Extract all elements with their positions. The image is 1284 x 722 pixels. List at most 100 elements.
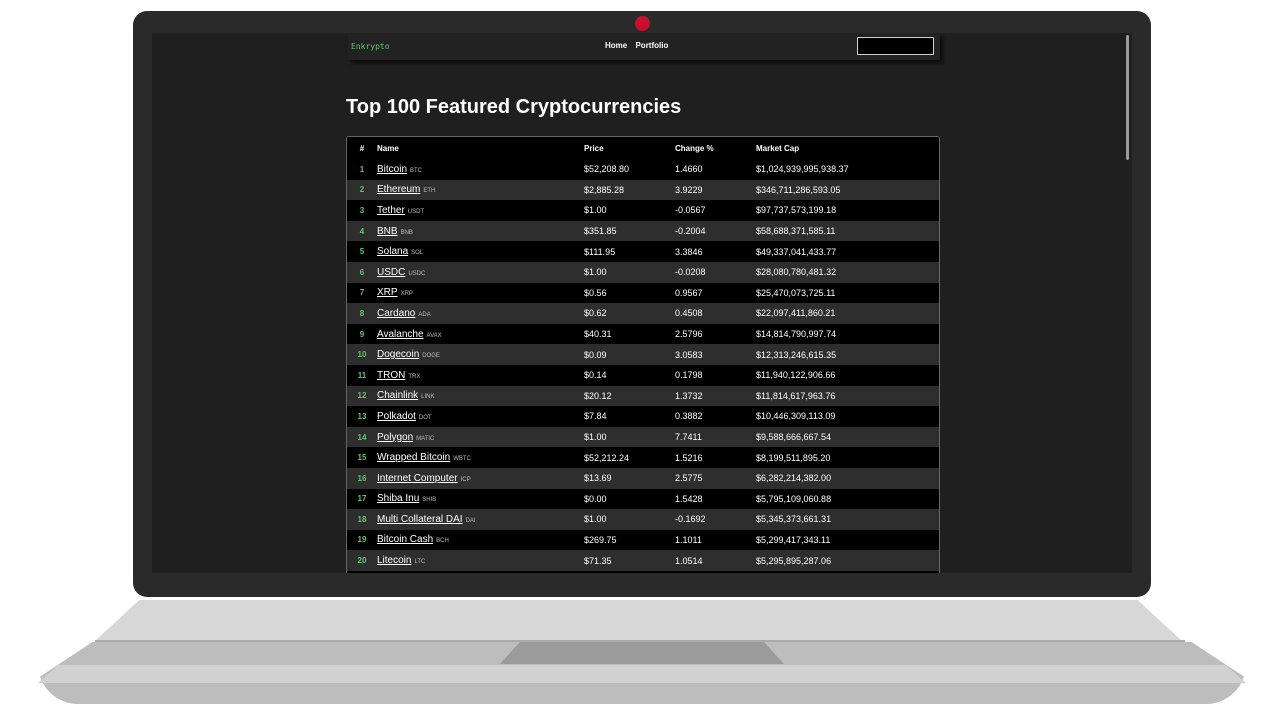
table-row[interactable]: 8 Cardano ADA $0.62 0.4508 $22,097,411,860.21 [347, 303, 939, 324]
price-cell: $1.00 [584, 200, 675, 221]
market-cap-cell: $14,814,790,997.74 [756, 323, 939, 345]
rank-cell: 6 [347, 261, 377, 283]
nav-home-link[interactable]: Home [605, 41, 627, 50]
coin-name-link[interactable]: Shiba Inu [377, 493, 419, 504]
rank-cell: 7 [347, 282, 377, 304]
price-cell: $1.00 [584, 426, 675, 448]
coin-name-link[interactable]: Dogecoin [377, 349, 419, 360]
scrollbar[interactable] [1126, 35, 1129, 160]
change-cell: 1.5428 [675, 488, 756, 510]
table-row[interactable]: 16 Internet Computer ICP $13.69 2.5775 $6,282… [347, 467, 939, 489]
change-cell: 3.0583 [675, 344, 756, 365]
table-row[interactable]: 10 Dogecoin DOGE $0.09 3.0583 $12,313,246,615… [347, 344, 939, 365]
coin-symbol: AVAX [426, 332, 442, 339]
table-row[interactable]: 1 Bitcoin BTC $52,208.80 1.4660 $1,024,939,99… [347, 159, 939, 180]
coin-name-link[interactable]: Bitcoin Cash [377, 534, 433, 545]
coin-name-link[interactable]: Chainlink [377, 390, 418, 401]
change-cell: 1.0514 [675, 550, 756, 571]
coin-name-link[interactable]: Multi Collateral DAI [377, 514, 463, 525]
table-row[interactable]: 12 Chainlink LINK $20.12 1.3732 $11,814,617,9… [347, 385, 939, 407]
coin-name-link[interactable]: Ethereum [377, 184, 420, 195]
coin-name-link[interactable]: Tether [377, 205, 405, 216]
coin-name-link[interactable]: BNB [377, 226, 398, 237]
market-cap-cell: $10,446,309,113.09 [756, 406, 939, 427]
coin-name-link[interactable]: USDC [377, 267, 405, 278]
name-cell: Shiba Inu SHIB [377, 488, 584, 510]
market-cap-cell: $58,688,371,585.11 [756, 220, 939, 242]
header-market-cap: Market Cap [756, 137, 939, 159]
rank-cell: 17 [347, 488, 377, 510]
laptop-trackpad [500, 642, 784, 664]
rank-cell: 15 [347, 447, 377, 468]
change-cell: -0.2004 [675, 220, 756, 242]
name-cell: Avalanche AVAX [377, 323, 584, 345]
table-row[interactable]: 11 TRON TRX $0.14 0.1798 $11,940,122,906.66 [347, 364, 939, 386]
table-row[interactable]: 15 Wrapped Bitcoin WBTC $52,212.24 1.5216 $8,… [347, 447, 939, 468]
rank-cell: 11 [347, 364, 377, 386]
price-cell: $13.69 [584, 467, 675, 489]
table-row[interactable]: 18 Multi Collateral DAI DAI $1.00 -0.1692 $5,… [347, 509, 939, 530]
coin-name-link[interactable]: Avalanche [377, 329, 424, 340]
name-cell: Polkadot DOT [377, 406, 584, 427]
coin-name-link[interactable]: Polygon [377, 432, 413, 443]
header-name: Name [377, 137, 584, 159]
price-cell: $269.75 [584, 529, 675, 551]
coin-name-link[interactable]: Bitcoin [377, 164, 407, 175]
price-cell: $0.14 [584, 364, 675, 386]
coin-name-link[interactable]: Litecoin [377, 555, 411, 566]
laptop-base-edge [38, 665, 1246, 683]
market-cap-cell: $5,295,895,287.06 [756, 550, 939, 571]
change-cell: 2.5796 [675, 323, 756, 345]
table-row[interactable]: 13 Polkadot DOT $7.84 0.3882 $10,446,309,113.… [347, 406, 939, 427]
table-row[interactable]: 14 Polygon MATIC $1.00 7.7411 $9,588,666,667.… [347, 426, 939, 448]
coin-symbol: ICP [460, 476, 471, 483]
laptop-hinge-line [95, 640, 1185, 642]
name-cell: USDC USDC [377, 261, 584, 283]
table-row[interactable]: 17 Shiba Inu SHIB $0.00 1.5428 $5,795,109,060… [347, 488, 939, 510]
coin-symbol: TRX [408, 373, 421, 380]
name-cell: Internet Computer ICP [377, 467, 584, 489]
market-cap-cell: $5,345,373,661.31 [756, 509, 939, 530]
search-input[interactable] [857, 37, 934, 55]
price-cell: $40.31 [584, 323, 675, 345]
table-row[interactable]: 2 Ethereum ETH $2,885.28 3.9229 $346,711,286,… [347, 179, 939, 201]
name-cell: Multi Collateral DAI DAI [377, 509, 584, 530]
name-cell: BNB BNB [377, 220, 584, 242]
table-row[interactable]: 5 Solana SOL $111.95 3.3846 $49,337,041,433.7… [347, 241, 939, 262]
coin-symbol: ADA [418, 311, 431, 318]
brand-logo[interactable]: Enkrypto [351, 42, 390, 51]
nav-portfolio-link[interactable]: Portfolio [635, 41, 668, 50]
table-row[interactable]: 7 XRP XRP $0.56 0.9567 $25,470,073,725.11 [347, 282, 939, 304]
table-row[interactable]: 19 Bitcoin Cash BCH $269.75 1.1011 $5,299,417… [347, 529, 939, 551]
change-cell: 2.5775 [675, 467, 756, 489]
coin-name-link[interactable]: Wrapped Bitcoin [377, 452, 450, 463]
name-cell: TRON TRX [377, 364, 584, 386]
coin-name-link[interactable]: Cardano [377, 308, 415, 319]
coin-name-link[interactable]: XRP [377, 287, 398, 298]
laptop-keyboard-deck [96, 600, 1181, 640]
table-row[interactable]: 3 Tether USDT $1.00 -0.0567 $97,737,573,199.1… [347, 200, 939, 221]
coin-symbol: DOT [418, 414, 432, 421]
coin-symbol: BTC [410, 167, 423, 174]
name-cell: Dogecoin DOGE [377, 344, 584, 365]
table-row[interactable]: 9 Avalanche AVAX $40.31 2.5796 $14,814,790,99… [347, 323, 939, 345]
market-cap-cell: $97,737,573,199.18 [756, 200, 939, 221]
table-row[interactable]: 20 Litecoin LTC $71.35 1.0514 $5,295,895,287.… [347, 550, 939, 571]
coin-name-link[interactable]: Internet Computer [377, 473, 458, 484]
market-cap-cell: $12,313,246,615.35 [756, 344, 939, 365]
coin-name-link[interactable]: Polkadot [377, 411, 416, 422]
table-row[interactable]: 6 USDC USDC $1.00 -0.0208 $28,080,780,481.32 [347, 261, 939, 283]
coin-symbol: USDT [407, 208, 425, 215]
name-cell: Bitcoin Cash BCH [377, 529, 584, 551]
table-row[interactable]: 4 BNB BNB $351.85 -0.2004 $58,688,371,585.11 [347, 220, 939, 242]
coin-symbol: LTC [414, 559, 426, 566]
coin-symbol: USDC [408, 270, 426, 277]
coin-name-link[interactable]: Solana [377, 246, 408, 257]
laptop-screen: Enkrypto Home Portfolio Top 100 Featured… [152, 33, 1132, 573]
rank-cell: 5 [347, 241, 377, 262]
name-cell: Tether USDT [377, 200, 584, 221]
coin-name-link[interactable]: TRON [377, 370, 405, 381]
coin-symbol: XRP [400, 291, 413, 298]
market-cap-cell: $22,097,411,860.21 [756, 303, 939, 324]
price-cell: $7.84 [584, 406, 675, 427]
